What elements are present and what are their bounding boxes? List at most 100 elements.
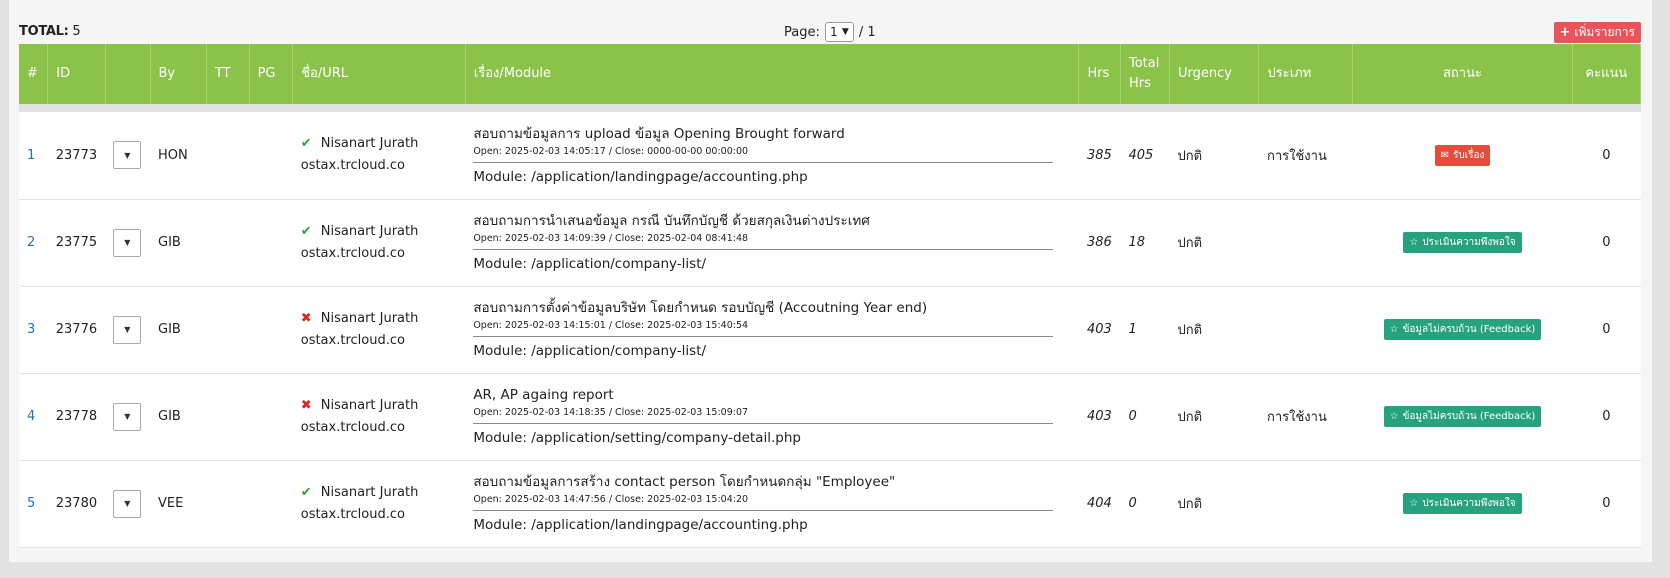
row-module: Module: /application/setting/company-det… <box>473 430 801 446</box>
row-url: ostax.trcloud.co <box>300 245 405 261</box>
row-customer-name: Nisanart Jurath <box>320 484 419 500</box>
row-name-url: ✔ Nisanart Jurath ostax.trcloud.co <box>292 460 466 548</box>
row-action-dropdown[interactable]: ▼ <box>113 228 142 257</box>
row-number[interactable]: 3 <box>19 286 48 374</box>
ticket-table: # ID By TT PG ชื่อ/URL เรื่อง/Module Hrs… <box>19 44 1642 548</box>
row-tt <box>206 199 250 287</box>
col-header-no[interactable]: # <box>19 44 49 104</box>
row-type <box>1258 286 1353 374</box>
col-header-status[interactable]: สถานะ <box>1352 44 1573 104</box>
row-customer-name: Nisanart Jurath <box>320 223 419 239</box>
row-urgency: ปกติ <box>1169 460 1259 548</box>
col-header-subject-module[interactable]: เรื่อง/Module <box>465 44 1080 104</box>
caret-down-icon: ▼ <box>124 238 131 247</box>
row-tt <box>206 112 250 200</box>
row-total-hrs: 0 <box>1120 460 1170 548</box>
row-id: 23780 <box>47 460 106 548</box>
check-icon: ✔ <box>300 223 312 239</box>
row-total-hrs: 0 <box>1120 373 1170 461</box>
check-icon: ✔ <box>300 484 312 500</box>
row-status-cell: ☆ ข้อมูลไม่ครบถ้วน (Feedback) <box>1352 286 1573 374</box>
row-action-dropdown[interactable]: ▼ <box>113 315 142 344</box>
page-select-value: 1 <box>829 25 838 39</box>
col-header-hrs[interactable]: Hrs <box>1078 44 1121 104</box>
row-subject-cell: AR, AP againg report Open: 2025-02-03 14… <box>465 373 1079 461</box>
row-pg <box>249 112 293 200</box>
status-badge-label: รับเรื่อง <box>1452 149 1485 161</box>
col-header-id[interactable]: ID <box>47 44 106 104</box>
status-badge[interactable]: ☆ ประเมินความพึงพอใจ <box>1403 493 1522 514</box>
star-icon: ☆ <box>1389 411 1399 422</box>
status-badge[interactable]: ☆ ข้อมูลไม่ครบถ้วน (Feedback) <box>1383 319 1542 340</box>
row-subject[interactable]: สอบถามการนำเสนอข้อมูล กรณี บันทึกบัญชี ด… <box>473 211 1071 231</box>
row-times: Open: 2025-02-03 14:47:56 / Close: 2025-… <box>473 492 1054 511</box>
total-count: TOTAL: 5 <box>19 24 81 39</box>
star-icon: ☆ <box>1409 237 1419 248</box>
row-by: GIB <box>150 373 207 461</box>
row-status-cell: ☆ ประเมินความพึงพอใจ <box>1352 460 1573 548</box>
row-times: Open: 2025-02-03 14:05:17 / Close: 0000-… <box>473 144 1054 163</box>
row-subject[interactable]: สอบถามข้อมูลการ upload ข้อมูล Opening Br… <box>473 124 1071 144</box>
row-subject[interactable]: AR, AP againg report <box>473 385 1071 405</box>
status-badge-label: ข้อมูลไม่ครบถ้วน (Feedback) <box>1402 411 1536 422</box>
caret-down-icon: ▼ <box>124 150 131 160</box>
row-number[interactable]: 2 <box>19 199 48 287</box>
table-row: 2 23775 ▼ GIB ✔ Nisanart Jurath ostax.tr… <box>19 199 1641 287</box>
row-score: 0 <box>1572 112 1641 200</box>
row-by: HON <box>150 112 207 200</box>
row-type <box>1258 460 1353 548</box>
row-url: ostax.trcloud.co <box>300 332 405 348</box>
row-url: ostax.trcloud.co <box>300 158 405 174</box>
header-spacer <box>19 104 1641 112</box>
check-icon: ✔ <box>300 136 312 152</box>
row-score: 0 <box>1572 460 1641 548</box>
col-header-action <box>105 44 151 104</box>
col-header-score[interactable]: คะแนน <box>1572 44 1642 104</box>
row-url: ostax.trcloud.co <box>300 506 405 522</box>
col-header-pg[interactable]: PG <box>249 44 294 104</box>
table-row: 4 23778 ▼ GIB ✖ Nisanart Jurath ostax.tr… <box>19 373 1641 461</box>
status-badge[interactable]: ☆ ประเมินความพึงพอใจ <box>1403 232 1522 253</box>
page-select[interactable]: 1 ▼ <box>824 22 854 42</box>
row-number[interactable]: 4 <box>19 373 48 461</box>
row-pg <box>249 286 293 374</box>
col-header-type[interactable]: ประเภท <box>1258 44 1354 104</box>
row-id: 23776 <box>47 286 106 374</box>
plus-icon: + <box>1559 25 1571 40</box>
pagination: Page: 1 ▼ / 1 <box>784 22 876 42</box>
status-badge[interactable]: ☆ ข้อมูลไม่ครบถ้วน (Feedback) <box>1383 406 1542 427</box>
row-urgency: ปกติ <box>1169 286 1259 374</box>
row-action-cell: ▼ <box>105 199 150 287</box>
row-customer-name: Nisanart Jurath <box>320 397 419 413</box>
row-action-cell: ▼ <box>105 112 150 200</box>
row-score: 0 <box>1572 286 1641 374</box>
col-header-by[interactable]: By <box>150 44 207 104</box>
row-id: 23773 <box>47 112 106 200</box>
row-action-dropdown[interactable]: ▼ <box>113 141 142 170</box>
col-header-name-url[interactable]: ชื่อ/URL <box>292 44 466 104</box>
page-total: / 1 <box>858 24 876 40</box>
row-number[interactable]: 1 <box>19 112 48 200</box>
add-item-button[interactable]: + เพิ่มรายการ <box>1553 22 1641 43</box>
row-subject-cell: สอบถามการตั้งค่าข้อมูลบริษัท โดยกำหนด รอ… <box>465 286 1079 374</box>
table-row: 3 23776 ▼ GIB ✖ Nisanart Jurath ostax.tr… <box>19 286 1641 374</box>
row-type: การใช้งาน <box>1258 373 1353 461</box>
row-status-cell: ☆ ประเมินความพึงพอใจ <box>1352 199 1573 287</box>
row-action-dropdown[interactable]: ▼ <box>113 489 142 518</box>
row-type: การใช้งาน <box>1258 112 1353 200</box>
row-status-cell: ✉ รับเรื่อง <box>1352 112 1573 200</box>
total-label: TOTAL: <box>19 24 69 39</box>
row-urgency: ปกติ <box>1169 199 1259 287</box>
row-subject[interactable]: สอบถามการตั้งค่าข้อมูลบริษัท โดยกำหนด รอ… <box>473 298 1071 318</box>
row-number[interactable]: 5 <box>19 460 48 548</box>
col-header-total-hrs[interactable]: Total Hrs <box>1120 44 1170 104</box>
status-badge-label: ข้อมูลไม่ครบถ้วน (Feedback) <box>1402 324 1536 335</box>
caret-down-icon: ▼ <box>124 499 131 508</box>
row-subject[interactable]: สอบถามข้อมูลการสร้าง contact person โดยก… <box>473 472 1071 492</box>
status-badge[interactable]: ✉ รับเรื่อง <box>1434 144 1491 166</box>
row-action-dropdown[interactable]: ▼ <box>113 402 142 431</box>
row-module: Module: /application/company-list/ <box>473 343 707 359</box>
row-total-hrs: 1 <box>1120 286 1170 374</box>
col-header-urgency[interactable]: Urgency <box>1169 44 1260 104</box>
col-header-tt[interactable]: TT <box>206 44 250 104</box>
